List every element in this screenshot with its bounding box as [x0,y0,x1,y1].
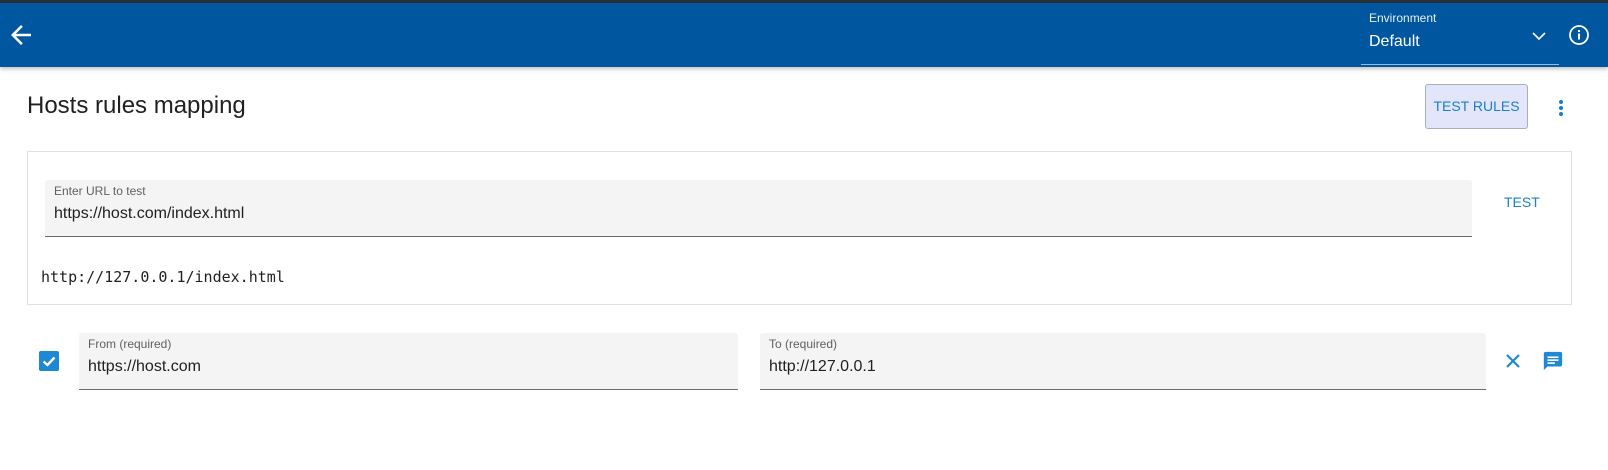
more-vert-icon [1559,100,1563,116]
rule-to-input[interactable] [769,358,1477,376]
rule-row: From (required) To (required) [0,330,1608,390]
rule-to-label: To (required) [769,337,838,351]
environment-value: Default [1369,33,1420,50]
back-button[interactable] [6,20,36,50]
rule-from-field[interactable]: From (required) [79,333,738,390]
comment-icon [1543,351,1563,371]
arrow-back-icon [11,25,31,45]
rule-comment-button[interactable] [1542,350,1564,372]
environment-select[interactable]: Environment Default [1361,3,1559,65]
rule-to-field[interactable]: To (required) [760,333,1486,390]
info-button[interactable] [1567,23,1591,47]
test-rules-button[interactable]: TEST RULES [1425,84,1528,129]
rule-enabled-checkbox[interactable] [39,351,59,371]
remove-rule-button[interactable] [1503,351,1523,371]
page-title: Hosts rules mapping [27,92,246,119]
url-test-input[interactable] [54,205,1463,223]
chevron-down-icon [1532,32,1546,41]
url-test-label: Enter URL to test [54,184,146,198]
app-bar: Environment Default [0,3,1608,67]
test-button[interactable]: TEST [1504,194,1540,210]
test-result: http://127.0.0.1/index.html [41,268,285,286]
url-test-field[interactable]: Enter URL to test [45,180,1472,237]
rule-from-label: From (required) [88,337,172,351]
check-icon [42,356,56,367]
info-icon [1569,25,1589,45]
url-test-panel: Enter URL to test TEST http://127.0.0.1/… [27,151,1572,305]
more-options-button[interactable] [1551,94,1571,122]
environment-label: Environment [1369,11,1437,25]
rule-from-input[interactable] [88,358,729,376]
close-icon [1506,354,1520,368]
